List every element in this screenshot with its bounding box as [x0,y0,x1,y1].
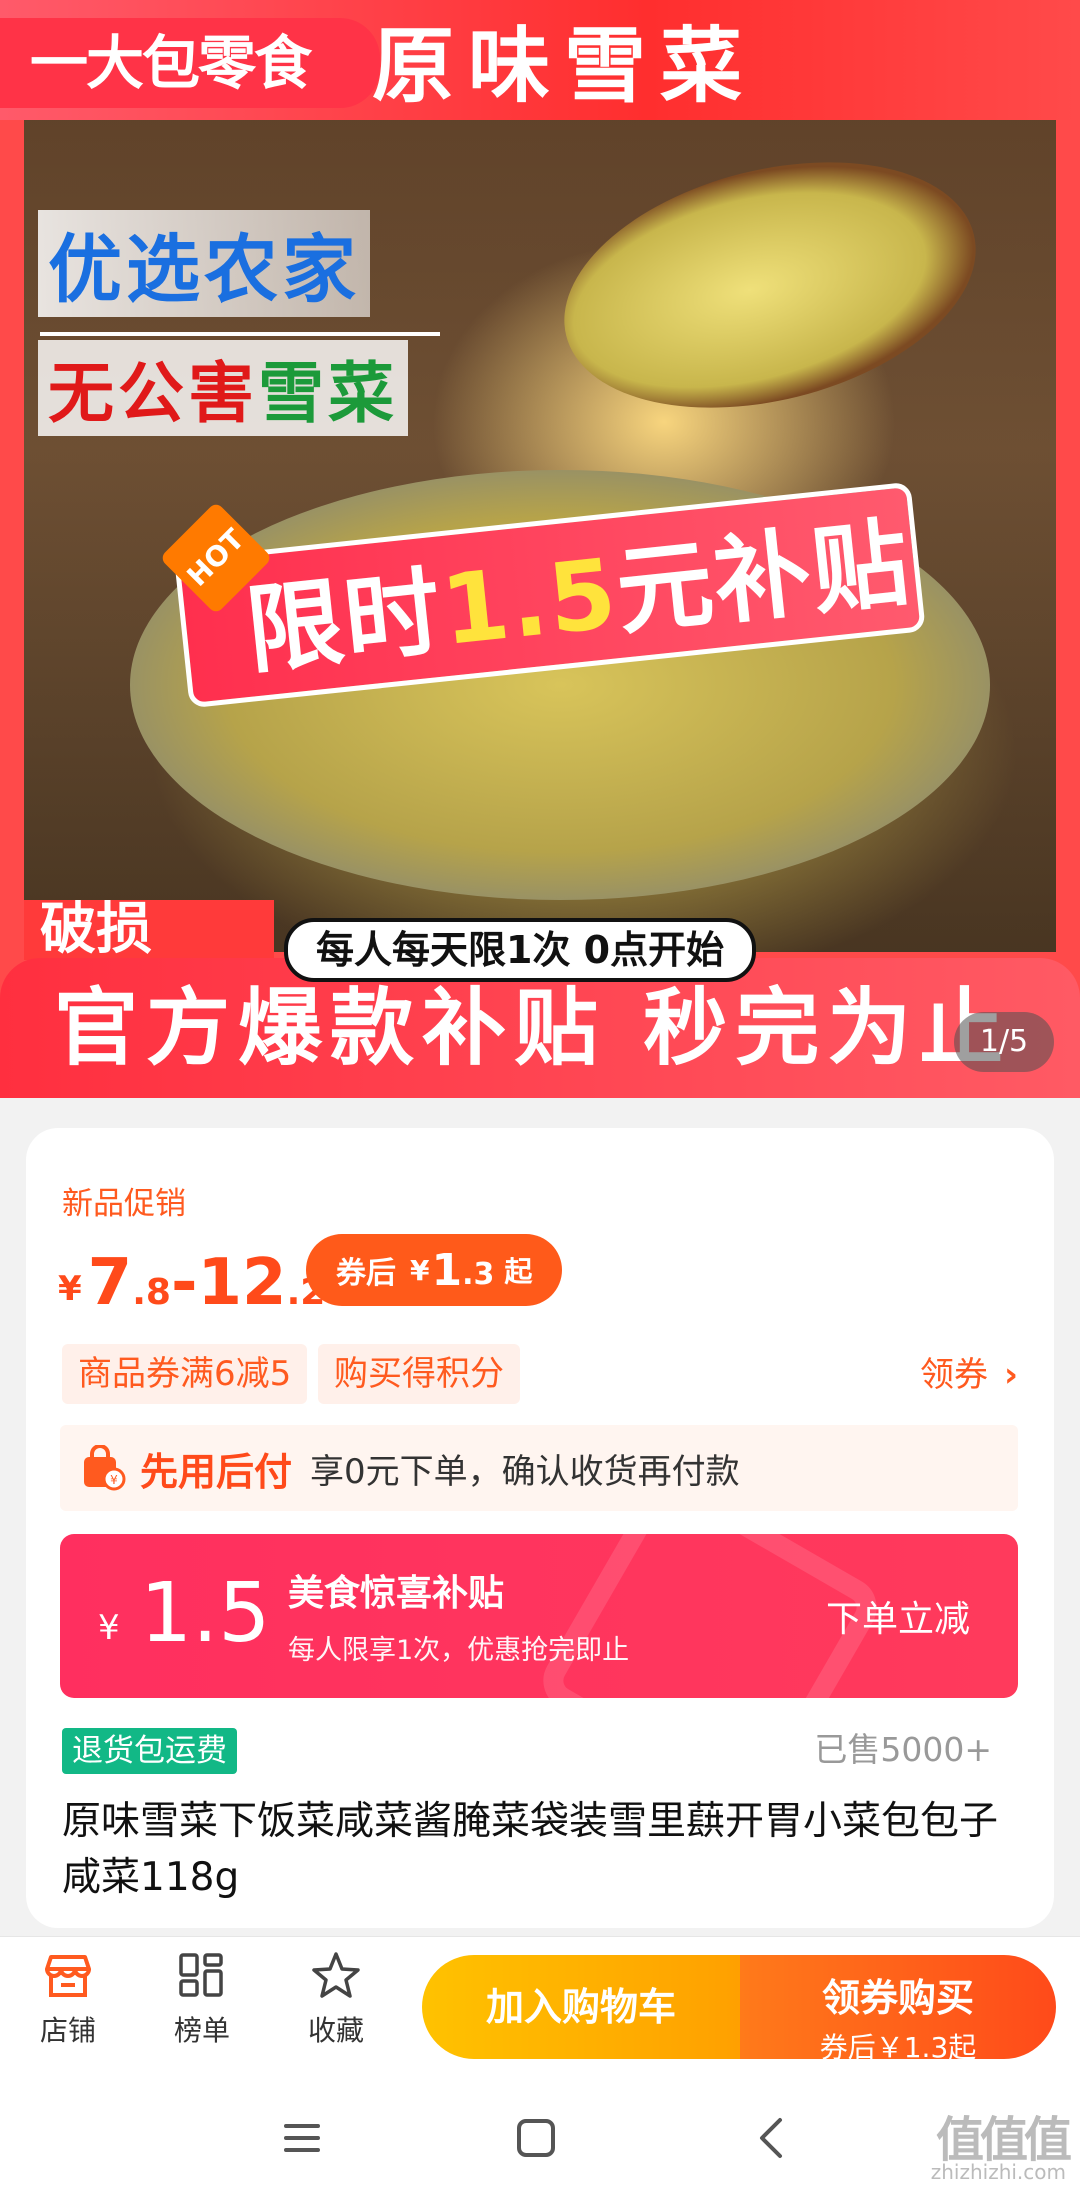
ranking-grid-icon [175,1949,229,2003]
add-to-cart-button[interactable]: 加入购物车 [422,1955,740,2059]
subsidy-cta[interactable]: 下单立减 [826,1590,970,1642]
ranking-label: 榜单 [173,2014,230,2047]
price-low-int: 7 [87,1246,133,1320]
get-coupon-label: 领券 [919,1355,988,1395]
pay-later-desc: 享0元下单，确认收货再付款 [310,1451,740,1492]
coupon-suffix: 起 [504,1255,533,1288]
price-currency: ¥ [58,1269,82,1309]
brand-logo: 一大包零食 [0,18,380,108]
tagline-part-a: 无公害 [48,355,258,432]
tagline-part-b: 雪菜 [258,355,398,432]
hero-tagline-secondary: 无公害雪菜 [38,340,408,436]
subsidy-amount: 1.5 [140,1566,271,1661]
image-counter: 1/5 [954,1012,1054,1072]
sold-count: 已售5000+ [814,1730,992,1769]
star-icon [309,1949,363,2003]
menu-icon[interactable] [272,2108,332,2168]
coupon-currency: ¥ [410,1253,430,1287]
coupon-buy-button[interactable]: 领券购买 券后￥1.3起 [740,1955,1056,2064]
system-navigation-bar [0,2070,1080,2201]
favorite-button[interactable]: 收藏 [276,1949,396,2049]
pay-later-banner[interactable]: ¥ 先用后付 享0元下单，确认收货再付款 [60,1425,1018,1511]
store-icon [41,1949,95,2003]
after-coupon-price-pill: 券后 ¥ 1 .3 起 [306,1234,563,1306]
ranking-button[interactable]: 榜单 [142,1949,262,2049]
buy-sub-label: 券后￥1.3起 [819,2031,977,2064]
sticker-amount: 1.5 [436,537,624,668]
limit-note: 每人每天限1次 0点开始 [284,918,757,982]
price-range: ¥ 7 .8 - 12 .2 [58,1233,325,1323]
subsidy-desc: 每人限享1次，优惠抢完即止 [288,1635,630,1666]
subsidy-currency: ¥ [98,1608,120,1648]
promo-label: 新品促销 [62,1186,186,1222]
favorite-label: 收藏 [307,2014,364,2047]
bottom-action-bar: 店铺 榜单 收藏 加入购物车 领券购买 券后￥1.3起 [0,1936,1080,2071]
price-low-dec: .8 [132,1272,171,1313]
svg-text:¥: ¥ [110,1473,118,1487]
food-subsidy-banner[interactable]: ¥ 1.5 美食惊喜补贴 每人限享1次，优惠抢完即止 下单立减 [60,1534,1018,1698]
free-return-badge: 退货包运费 [62,1728,237,1774]
sticker-pre: 限时 [241,555,448,688]
buy-main-label: 领券购买 [821,1976,974,2020]
watermark-site: zhizhizhi.com [930,2160,1066,2184]
product-title: 原味雪菜下饭菜咸菜酱腌菜袋装雪里蕻开胃小菜包包子咸菜118g [62,1799,999,1900]
shop-button[interactable]: 店铺 [8,1949,128,2049]
coupon-tag[interactable]: 商品券满6减5 [62,1344,308,1404]
chevron-right-icon: › [1003,1355,1018,1395]
subsidy-title: 美食惊喜补贴 [288,1573,505,1614]
home-icon[interactable] [506,2108,566,2168]
get-coupon-link[interactable]: 领券 › [920,1350,1018,1400]
shop-label: 店铺 [39,2014,96,2047]
product-image-carousel[interactable]: 一大包零食 原味雪菜 优选农家 无公害雪菜 限时1.5元补贴 HOT 破损 官方… [0,0,1080,1098]
coupon-label: 券后 [336,1256,396,1291]
points-tag[interactable]: 购买得积分 [318,1344,520,1404]
hero-title: 原味雪菜 [372,19,757,114]
shopping-bag-icon: ¥ [80,1444,126,1491]
back-icon[interactable] [742,2108,802,2168]
sticker-post: 元补贴 [611,506,916,649]
hero-divider [40,332,440,336]
coupon-int: 1 [431,1244,463,1296]
hero-tagline-primary: 优选农家 [38,210,370,317]
price-high-int: 12 [197,1246,287,1320]
coupon-dec: .3 [462,1256,495,1292]
price-dash: - [170,1246,198,1320]
side-text: 破损 [40,900,152,960]
product-info-card: 新品促销 ¥ 7 .8 - 12 .2 券后 ¥ 1 .3 起 商品券满6减5 … [26,1128,1054,1928]
pay-later-title: 先用后付 [140,1449,293,1494]
